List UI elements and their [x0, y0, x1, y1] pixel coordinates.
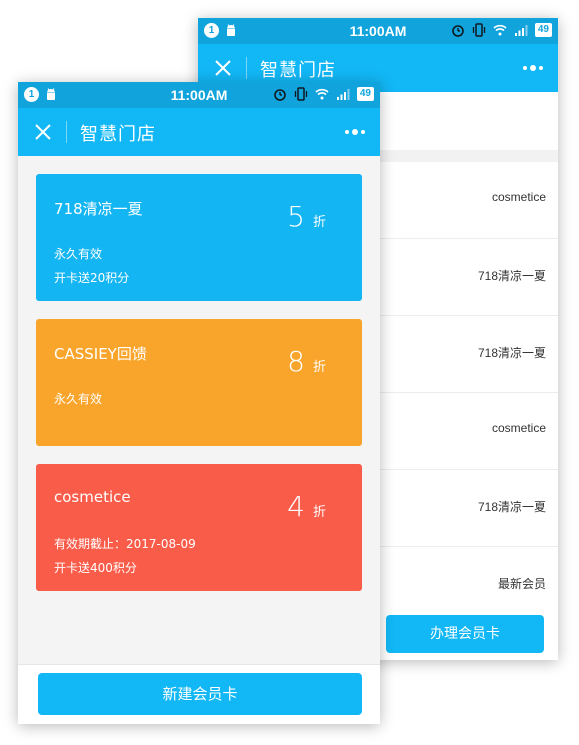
discount-value: 8 — [287, 345, 305, 378]
title-divider — [66, 121, 67, 143]
member-card[interactable]: cosmetice 4 折 有效期截止：2017-08-09 开卡送400积分 — [36, 464, 362, 591]
member-card[interactable]: CASSIEY回馈 8 折 永久有效 — [36, 319, 362, 446]
more-icon[interactable] — [342, 122, 368, 142]
card-bonus: 开卡送400积分 — [54, 561, 137, 575]
list-item-label: 最新会员 — [497, 577, 546, 591]
battery-icon: 49 — [356, 87, 374, 101]
wifi-icon — [315, 88, 329, 100]
list-item-label: cosmetice — [491, 421, 546, 435]
close-icon[interactable] — [32, 121, 54, 143]
card-validity: 有效期截止：2017-08-09 — [54, 537, 196, 551]
footer-bar: 新建会员卡 — [18, 664, 380, 724]
alarm-icon — [452, 25, 464, 37]
vibrate-icon — [294, 87, 308, 101]
wifi-icon — [493, 24, 507, 36]
status-bar: 1 11:00AM 49 — [198, 18, 558, 44]
list-item-label: 718清凉一夏 — [477, 269, 546, 283]
alarm-icon — [274, 89, 286, 101]
member-card[interactable]: 718清凉一夏 5 折 永久有效 开卡送20积分 — [36, 174, 362, 301]
card-name: CASSIEY回馈 — [54, 345, 147, 363]
battery-icon: 49 — [534, 23, 552, 37]
page-title: 智慧门店 — [80, 124, 156, 145]
list-item-label: 718清凉一夏 — [477, 346, 546, 360]
list-item-label: cosmetice — [491, 190, 546, 204]
card-discount: 8 折 — [287, 345, 326, 378]
front-screen: 1 11:00AM 49 智慧门店 718清凉一夏 5 折 永久有效 开卡送20… — [18, 82, 380, 724]
discount-value: 4 — [287, 490, 305, 523]
more-icon[interactable] — [520, 58, 546, 78]
card-validity: 永久有效 — [54, 392, 103, 406]
page-title: 智慧门店 — [260, 60, 336, 81]
discount-unit: 折 — [312, 505, 326, 520]
card-validity: 永久有效 — [54, 247, 103, 261]
status-bar: 1 11:00AM 49 — [18, 82, 380, 108]
discount-value: 5 — [287, 200, 305, 233]
signal-icon — [336, 89, 350, 100]
title-divider — [246, 57, 247, 79]
title-bar: 智慧门店 — [18, 108, 380, 156]
card-bonus: 开卡送20积分 — [54, 271, 130, 285]
card-discount: 4 折 — [287, 490, 326, 523]
card-discount: 5 折 — [287, 200, 326, 233]
discount-unit: 折 — [312, 360, 326, 375]
close-icon[interactable] — [212, 57, 234, 79]
card-name: cosmetice — [54, 488, 131, 506]
member-cards: 718清凉一夏 5 折 永久有效 开卡送20积分 CASSIEY回馈 8 折 永… — [18, 156, 380, 591]
apply-member-card-button[interactable]: 办理会员卡 — [386, 615, 544, 653]
signal-icon — [514, 25, 528, 36]
discount-unit: 折 — [312, 215, 326, 230]
vibrate-icon — [472, 23, 486, 37]
new-member-card-button[interactable]: 新建会员卡 — [38, 673, 362, 715]
card-name: 718清凉一夏 — [54, 200, 143, 218]
list-item-label: 718清凉一夏 — [477, 500, 546, 514]
